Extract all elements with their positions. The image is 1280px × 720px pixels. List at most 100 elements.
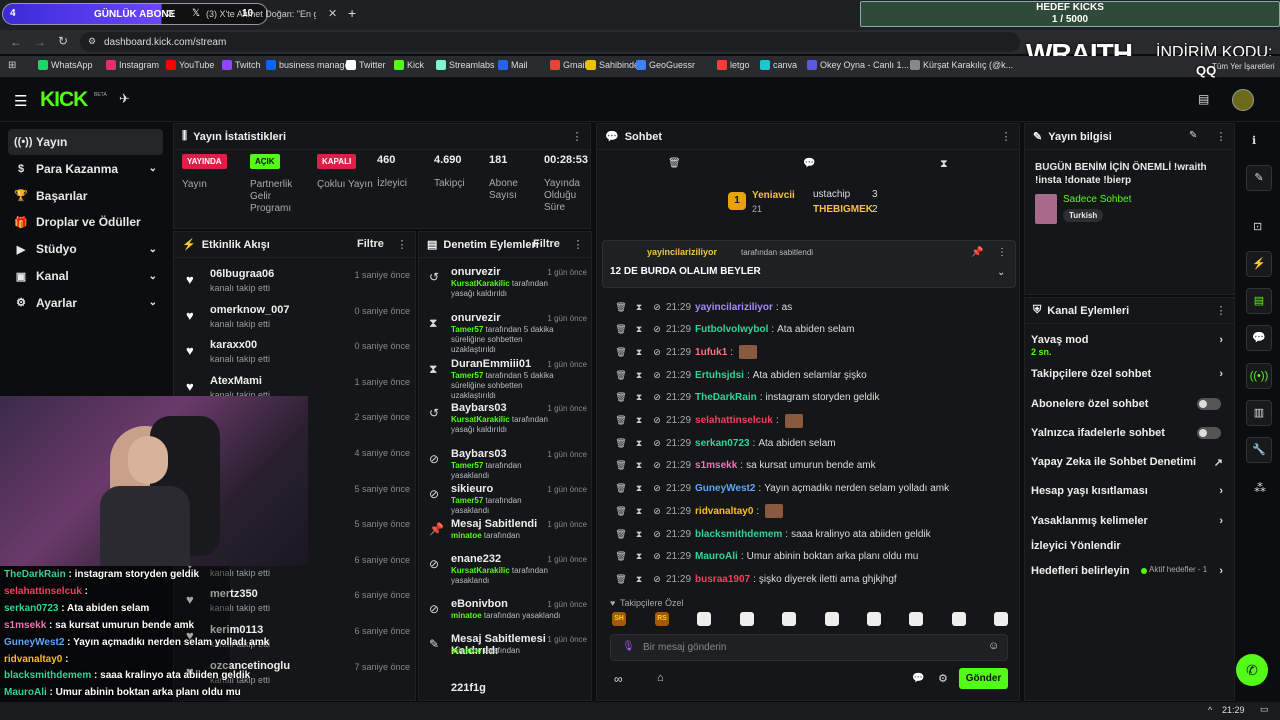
bolt-tool-button[interactable]: ⚡ xyxy=(1246,251,1272,277)
edit-tool-button[interactable]: ✎ xyxy=(1246,165,1272,191)
chevron-down-icon[interactable]: ⌄ xyxy=(149,271,157,282)
bookmark-item[interactable]: Mail xyxy=(498,60,528,70)
trash-icon[interactable]: 🗑 xyxy=(612,370,630,381)
bookmark-item[interactable]: Okey Oyna - Canlı 1... xyxy=(807,60,909,70)
notes-tool-button[interactable]: ▤ xyxy=(1246,288,1272,314)
chat-username[interactable]: blacksmithdemem xyxy=(695,529,782,540)
emote-icon[interactable] xyxy=(782,612,796,626)
chevron-down-icon[interactable]: ⌄ xyxy=(149,244,157,255)
channel-action-item[interactable]: Yalnızca ifadelerle sohbet xyxy=(1031,427,1227,447)
moderation-target[interactable]: onurvezir xyxy=(451,312,501,324)
link-icon[interactable]: ∞ xyxy=(614,672,623,686)
chat-username[interactable]: Ertuhsjdsi xyxy=(695,370,744,381)
emote-icon[interactable] xyxy=(909,612,923,626)
category-name[interactable]: Sadece Sohbet xyxy=(1063,194,1131,205)
ban-icon[interactable]: ⊘ xyxy=(648,438,666,449)
toggle-switch[interactable] xyxy=(1197,427,1221,439)
trash-icon[interactable]: 🗑 xyxy=(612,324,630,335)
more-icon[interactable]: ⋮ xyxy=(570,130,584,144)
notification-icon[interactable]: ▭ xyxy=(1260,704,1269,715)
follower-name[interactable]: 06lbugraa06 xyxy=(210,268,274,280)
emote-icon[interactable] xyxy=(952,612,966,626)
emote-icon[interactable]: SH xyxy=(612,612,626,626)
trash-icon[interactable]: 🗑 xyxy=(612,529,630,540)
ban-icon[interactable]: ⊘ xyxy=(648,347,666,358)
hourglass-icon[interactable]: ⧗ xyxy=(630,392,648,403)
chevron-down-icon[interactable]: ⌄ xyxy=(997,267,1005,278)
more-icon[interactable]: ⋮ xyxy=(1214,130,1228,144)
chevron-right-icon[interactable]: › xyxy=(1219,515,1223,527)
nav-item[interactable]: ⚙ Ayarlar ⌄ xyxy=(8,290,163,316)
store-icon[interactable]: ⌂ xyxy=(657,672,664,684)
bookmark-item[interactable]: Kick xyxy=(394,60,424,70)
moderator-name[interactable]: minatoe xyxy=(451,611,482,620)
moderator-name[interactable]: Tamer57 xyxy=(451,496,483,505)
more-icon[interactable]: ⋮ xyxy=(999,130,1013,144)
channel-action-item[interactable]: Abonelere özel sohbet xyxy=(1031,398,1227,418)
moderator-name[interactable]: Tamer57 xyxy=(451,325,483,334)
trash-icon[interactable]: 🗑 xyxy=(612,415,630,426)
ban-icon[interactable]: ⊘ xyxy=(648,483,666,494)
chevron-right-icon[interactable]: › xyxy=(1219,565,1223,577)
bookmark-item[interactable]: Kürşat Karakılıç (@k... xyxy=(910,60,1013,70)
chat-username[interactable]: busraa1907 xyxy=(695,574,750,585)
channel-action-item[interactable]: Takipçilere özel sohbet › xyxy=(1031,368,1227,388)
moderation-target[interactable]: enane232 xyxy=(451,553,501,565)
ban-icon[interactable]: ⊘ xyxy=(648,392,666,403)
trash-icon[interactable]: 🗑 xyxy=(612,438,630,449)
forward-icon[interactable]: → xyxy=(34,35,46,49)
toggle-switch[interactable] xyxy=(1197,398,1221,410)
avatar[interactable] xyxy=(1232,89,1254,111)
ban-icon[interactable]: ⊘ xyxy=(648,415,666,426)
bookmark-item[interactable]: WhatsApp xyxy=(38,60,93,70)
chat-username[interactable]: MauroAli xyxy=(695,551,738,562)
bookmark-item[interactable]: canva xyxy=(760,60,797,70)
mic-icon[interactable]: 🎙 xyxy=(622,641,635,652)
moderation-target[interactable]: DuranEmmiii01 xyxy=(451,358,531,370)
bookmark-item[interactable]: GeoGuessr xyxy=(636,60,695,70)
screen-icon[interactable]: ⊡ xyxy=(1253,220,1262,233)
moderation-target[interactable]: Mesaj Sabitlendi xyxy=(451,518,537,530)
hourglass-icon[interactable]: ⧗ xyxy=(630,529,648,540)
broadcast-tool-button[interactable]: ((•)) xyxy=(1246,363,1272,389)
chat-username[interactable]: yayincilariziliyor xyxy=(695,302,773,313)
chat-bubble-icon[interactable]: 💬 xyxy=(803,158,815,169)
trash-icon[interactable]: 🗑 xyxy=(612,302,630,313)
moderator-name[interactable]: KursatKarakilic xyxy=(451,566,510,575)
trash-icon[interactable]: 🗑 xyxy=(668,158,681,169)
moderation-target[interactable]: eBonivbon xyxy=(451,598,508,610)
hourglass-icon[interactable]: ⧗ xyxy=(630,302,648,313)
channel-action-item[interactable]: Yavaş mod 2 sn. › xyxy=(1031,334,1227,357)
channel-action-item[interactable]: Yapay Zeka ile Sohbet Denetimi ↗ xyxy=(1031,456,1227,476)
reload-icon[interactable]: ↻ xyxy=(58,34,68,48)
bookmarks-all[interactable]: Tüm Yer İşaretleri xyxy=(1212,62,1275,71)
share-icon[interactable]: ⁂ xyxy=(1254,481,1266,495)
kick-logo[interactable]: KICK xyxy=(40,88,88,112)
nav-item[interactable]: $ Para Kazanma ⌄ xyxy=(8,156,163,182)
send-button[interactable]: Gönder xyxy=(959,668,1008,689)
bookmark-item[interactable]: Streamlabs xyxy=(436,60,495,70)
emote-icon[interactable] xyxy=(697,612,711,626)
trash-icon[interactable]: 🗑 xyxy=(612,551,630,562)
more-icon[interactable]: ⋮ xyxy=(571,238,585,252)
pin-icon[interactable]: 📌 xyxy=(971,247,983,258)
emote-icon[interactable]: RS xyxy=(655,612,669,626)
hourglass-icon[interactable]: ⧗ xyxy=(940,158,948,171)
emote-icon[interactable] xyxy=(825,612,839,626)
wrench-tool-button[interactable]: 🔧 xyxy=(1246,437,1272,463)
chevron-down-icon[interactable]: ⌄ xyxy=(149,163,157,174)
moderator-name[interactable]: Tamer57 xyxy=(451,461,483,470)
follower-name[interactable]: karaxx00 xyxy=(210,339,257,351)
site-info-icon[interactable]: ⚙ xyxy=(88,36,96,47)
chevron-right-icon[interactable]: › xyxy=(1219,334,1223,346)
hourglass-icon[interactable]: ⧗ xyxy=(630,370,648,381)
chat-username[interactable]: GuneyWest2 xyxy=(695,483,755,494)
chat-username[interactable]: ridvanaltay0 xyxy=(695,506,753,517)
close-icon[interactable]: ✕ xyxy=(166,7,175,20)
bookmark-item[interactable]: Twitch xyxy=(222,60,261,70)
trash-icon[interactable]: 🗑 xyxy=(612,392,630,403)
hourglass-icon[interactable]: ⧗ xyxy=(630,551,648,562)
trash-icon[interactable]: 🗑 xyxy=(612,574,630,585)
channel-action-item[interactable]: Hesap yaşı kısıtlaması › xyxy=(1031,485,1227,505)
channel-action-item[interactable]: Yasaklanmış kelimeler › xyxy=(1031,515,1227,535)
